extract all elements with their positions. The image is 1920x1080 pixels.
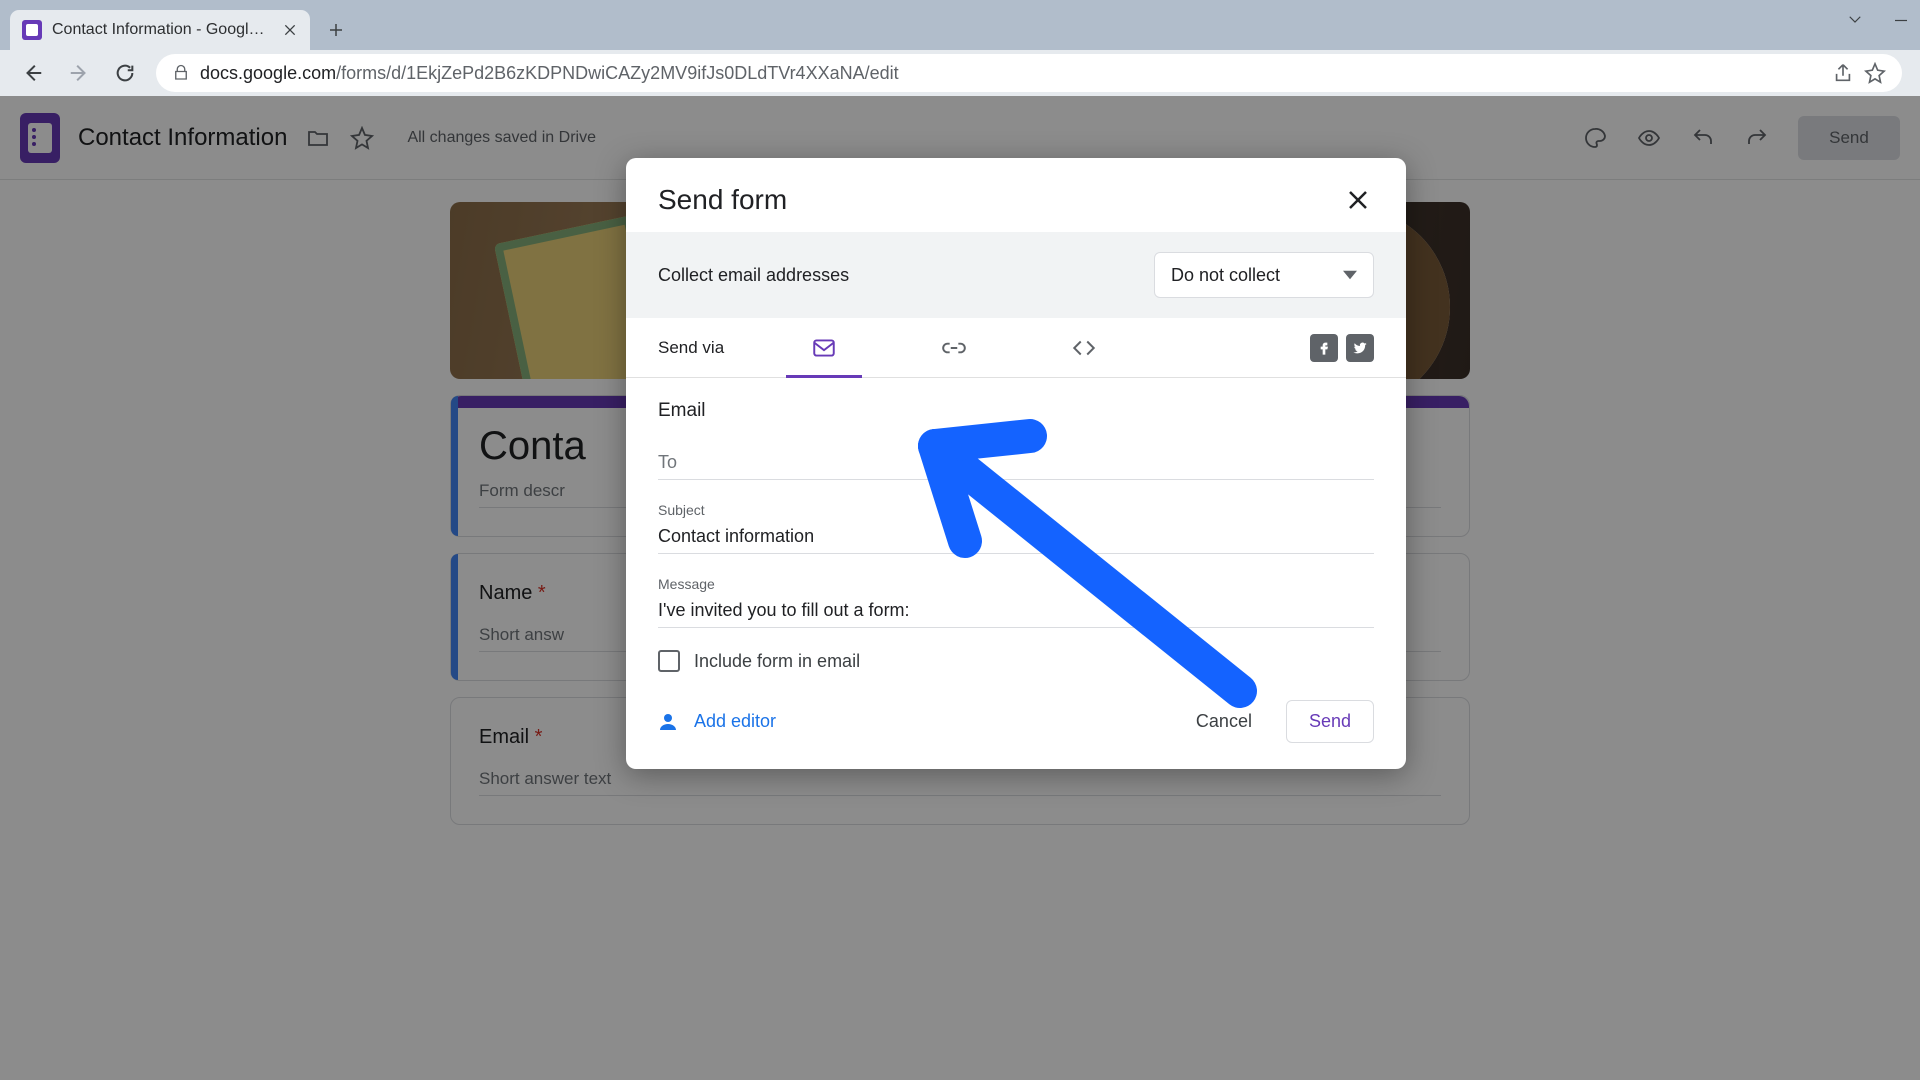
address-bar: docs.google.com/forms/d/1EkjZePd2B6zKDPN… — [0, 50, 1920, 96]
chevron-down-icon[interactable] — [1842, 6, 1868, 32]
message-label: Message — [658, 576, 1374, 592]
cancel-button[interactable]: Cancel — [1186, 703, 1262, 740]
browser-titlebar: Contact Information - Google Fo — [0, 0, 1920, 50]
collect-email-select[interactable]: Do not collect — [1154, 252, 1374, 298]
forms-favicon — [22, 20, 42, 40]
link-icon — [941, 335, 967, 361]
add-editor-button[interactable]: Add editor — [658, 710, 776, 734]
send-button[interactable]: Send — [1286, 700, 1374, 743]
send-via-link-tab[interactable] — [924, 318, 984, 378]
include-form-checkbox[interactable] — [658, 650, 680, 672]
modal-title: Send form — [658, 184, 787, 216]
omnibox[interactable]: docs.google.com/forms/d/1EkjZePd2B6zKDPN… — [156, 54, 1902, 92]
collect-email-row: Collect email addresses Do not collect — [626, 232, 1406, 318]
include-form-label: Include form in email — [694, 651, 860, 672]
share-facebook-button[interactable] — [1310, 334, 1338, 362]
subject-label: Subject — [658, 502, 1374, 518]
nav-forward-button[interactable] — [64, 58, 94, 88]
add-editor-label: Add editor — [694, 711, 776, 732]
lock-icon — [172, 64, 190, 82]
nav-reload-button[interactable] — [110, 58, 140, 88]
nav-back-button[interactable] — [18, 58, 48, 88]
email-section-title: Email — [658, 400, 1374, 422]
share-twitter-button[interactable] — [1346, 334, 1374, 362]
send-via-embed-tab[interactable] — [1054, 318, 1114, 378]
collect-email-label: Collect email addresses — [658, 265, 849, 286]
tab-title: Contact Information - Google Fo — [52, 21, 272, 39]
person-add-icon — [658, 710, 682, 734]
tab-close-icon[interactable] — [282, 22, 298, 38]
message-input[interactable] — [658, 594, 1374, 628]
send-form-modal: Send form Collect email addresses Do not… — [626, 158, 1406, 769]
share-icon[interactable] — [1832, 62, 1854, 84]
subject-input[interactable] — [658, 520, 1374, 554]
send-via-email-tab[interactable] — [794, 318, 854, 378]
new-tab-button[interactable] — [318, 12, 354, 48]
star-icon[interactable] — [1864, 62, 1886, 84]
url-text: docs.google.com/forms/d/1EkjZePd2B6zKDPN… — [200, 63, 1822, 84]
browser-tab-active[interactable]: Contact Information - Google Fo — [10, 10, 310, 50]
send-via-label: Send via — [658, 338, 724, 358]
select-value: Do not collect — [1171, 265, 1280, 286]
to-input[interactable] — [658, 446, 1374, 480]
chevron-down-icon — [1343, 268, 1357, 282]
window-minimize-icon[interactable] — [1888, 6, 1914, 32]
embed-code-icon — [1071, 335, 1097, 361]
email-icon — [811, 335, 837, 361]
send-via-row: Send via — [626, 318, 1406, 378]
close-icon[interactable] — [1342, 184, 1374, 216]
